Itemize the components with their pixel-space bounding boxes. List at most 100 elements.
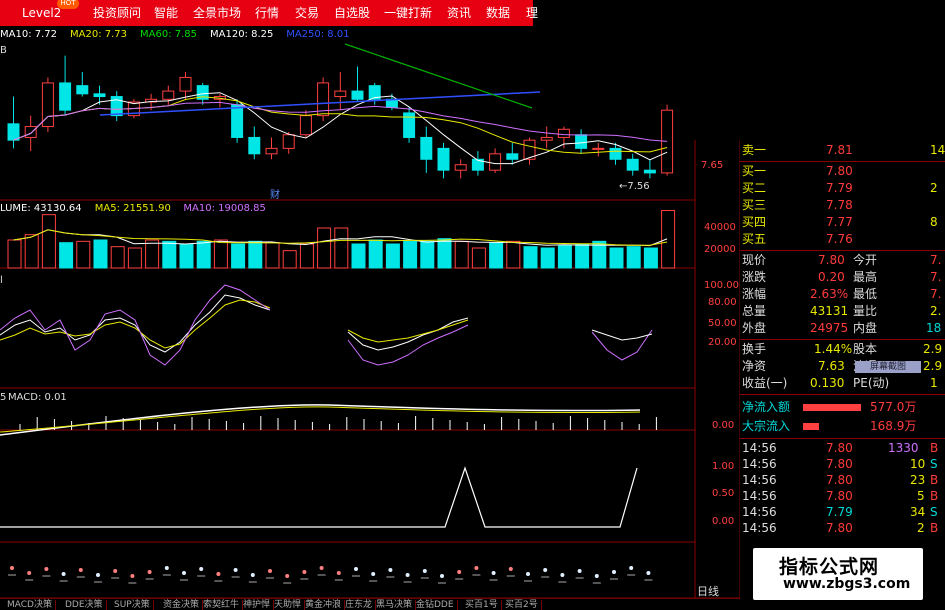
volume-bar [41, 214, 56, 269]
volume-bar [437, 238, 452, 269]
dot-marker [78, 568, 83, 572]
dot-marker [302, 570, 307, 574]
dot-marker [96, 573, 100, 577]
watermark-logo: 指标公式网 www.zbgs3.com [753, 548, 923, 600]
dot-marker [577, 569, 582, 573]
signal-y-label-0: 0.00 [712, 516, 735, 527]
candle-body [179, 76, 192, 92]
maLegend-item: MA60: 7.85 [140, 29, 198, 40]
dot-marker [130, 574, 135, 578]
net-inflow-bar [803, 404, 861, 411]
candle-body [540, 136, 553, 141]
volume-bar [403, 240, 418, 269]
kdj-j-line [591, 329, 653, 361]
kdj-j-line [347, 324, 469, 366]
dot-marker [491, 571, 496, 575]
dot-marker [147, 570, 152, 574]
volume-bar [162, 240, 177, 269]
maLegend-item: MA120: 8.25 [210, 29, 274, 40]
screenshot-overlay[interactable]: 屏幕截图 [855, 361, 921, 373]
volume-bar [368, 239, 383, 269]
candle-body [24, 126, 37, 138]
block-inflow-bar [803, 423, 819, 430]
dot-marker [543, 568, 548, 572]
chart-area[interactable] [0, 0, 740, 609]
candle-body [248, 136, 261, 155]
volume-bar [196, 240, 211, 269]
candle-body [282, 134, 295, 149]
dot-marker [319, 566, 324, 570]
volume-bar [643, 247, 658, 269]
volume-bar [59, 242, 74, 269]
volume-y-label-40000: 40000 [704, 222, 736, 233]
candle-body [265, 147, 278, 155]
volume-bar [213, 239, 228, 269]
dot-marker [508, 567, 513, 571]
dot-marker [354, 567, 358, 571]
dot-marker [336, 571, 341, 575]
kdj-y-label-80: 80.00 [708, 297, 737, 308]
kdj-y-label-20: 20.00 [708, 337, 737, 348]
candle-body [162, 90, 175, 100]
volume-bar [76, 240, 91, 269]
volume-bar [317, 227, 332, 269]
volume-bar [24, 234, 39, 269]
candle-body [437, 147, 450, 171]
volume-bar [231, 243, 246, 269]
volume-bar [179, 243, 194, 269]
candle-body [231, 104, 244, 138]
candle-body [489, 153, 502, 171]
signal-y-label-1: 1.00 [712, 461, 735, 472]
dot-marker [233, 568, 238, 572]
dot-marker [27, 571, 32, 575]
volume-bar [351, 243, 366, 269]
main-left-fragment: B [0, 45, 7, 56]
main-y-label: 7.65 [701, 160, 724, 171]
volLegend-item: MA10: 19008.85 [183, 203, 266, 214]
finance-badge[interactable]: 财 [270, 186, 280, 201]
candle-body [609, 147, 622, 160]
candle-body [76, 85, 89, 95]
volLegend-item: MA5: 21551.90 [94, 203, 171, 214]
candle-body [575, 134, 588, 149]
candle-body [59, 82, 72, 111]
low-price-marker: ←7.56 [619, 181, 650, 192]
dot-marker [216, 572, 221, 576]
dot-marker [268, 569, 272, 573]
dot-marker [199, 567, 204, 571]
volume-bar [145, 239, 160, 269]
volume-bar [385, 243, 400, 269]
volume-bar [506, 240, 521, 269]
dot-marker [422, 569, 427, 573]
volume-bar [110, 246, 125, 269]
volume-bar [609, 247, 624, 269]
dot-marker [10, 566, 14, 570]
candle-body [299, 115, 312, 136]
candle-body [334, 90, 347, 98]
candle-body [626, 158, 639, 171]
dot-marker [474, 566, 479, 570]
signal-line [0, 466, 638, 528]
quote-panel: 卖一 7.81 14 买一 7.80 买二 7.79 2 买三 7.78 买四 … [740, 140, 945, 609]
volume-bar [471, 247, 486, 269]
candle-body [454, 164, 467, 171]
candle-body [7, 123, 20, 141]
daily-line-button[interactable]: 日线 [697, 583, 719, 599]
volume-bar [575, 243, 590, 269]
dot-marker [646, 571, 651, 575]
volume-bar [523, 246, 538, 269]
volume-bar [661, 209, 676, 269]
maLegend-item: MA250: 8.01 [286, 29, 350, 40]
volume-bar [299, 243, 314, 269]
indicator-tab-bar: MACD决策 DDE决策 SUP决策 资金决策 索契红牛 神护悍 天助悍 黄金冲浪 庄东龙 黑马决… [0, 598, 740, 610]
volume-bar [557, 244, 572, 269]
volLegend-item: LUME: 43130.64 [0, 203, 82, 214]
dot-marker [405, 573, 410, 577]
macd-left-fragment: 5 [0, 392, 7, 403]
volume-bar [127, 247, 142, 269]
volume-bar [248, 240, 263, 269]
dot-marker [629, 566, 634, 570]
volume-bar [282, 250, 297, 269]
dot-marker [182, 571, 186, 575]
volume-y-label-20000: 20000 [704, 244, 736, 255]
